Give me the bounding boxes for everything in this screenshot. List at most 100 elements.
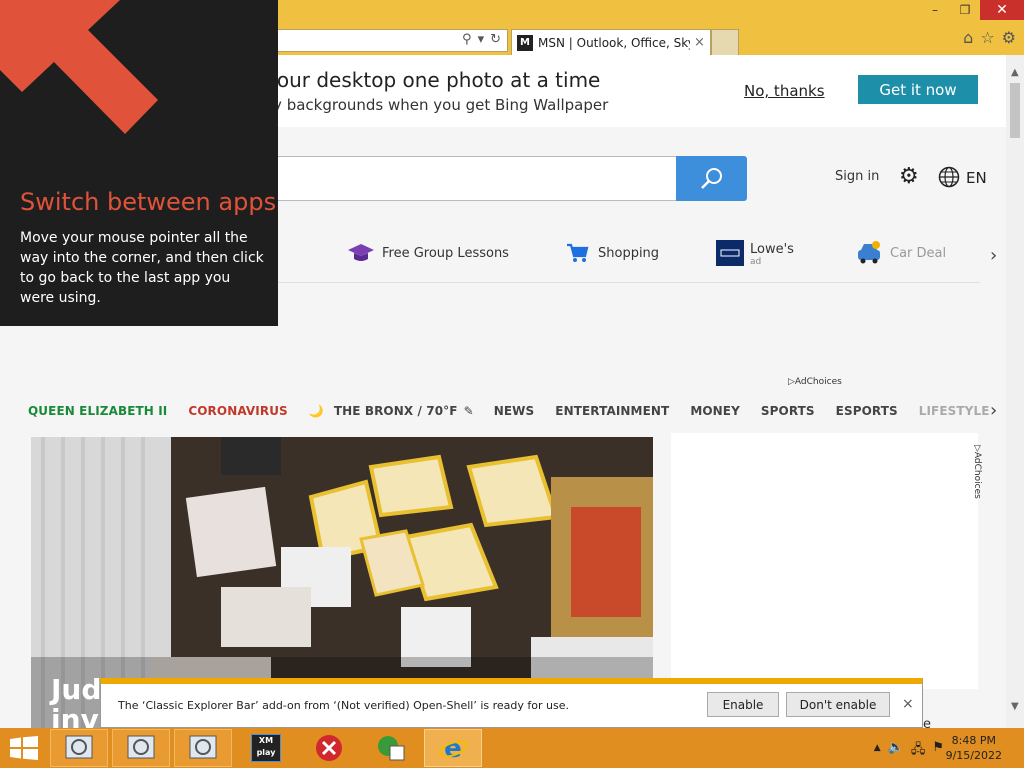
ad-panel[interactable] (671, 433, 978, 689)
hint-title: Switch between apps (20, 188, 277, 216)
error-x-icon (316, 735, 342, 761)
dont-enable-button[interactable]: Don't enable (786, 692, 890, 717)
sign-in-link[interactable]: Sign in (835, 169, 879, 184)
nav-coronavirus[interactable]: CORONAVIRUS (188, 404, 287, 418)
corner-arrow-icon (0, 0, 158, 134)
search-icon[interactable]: ⚲ (462, 32, 472, 47)
minimize-button[interactable]: – (920, 0, 950, 20)
new-tab-button[interactable] (711, 29, 739, 55)
quicklink-label: Lowe's (750, 242, 794, 257)
clock-time: 8:48 PM (951, 734, 996, 747)
favorites-star-icon[interactable]: ☆ (980, 28, 994, 47)
taskbar-app-xmplay[interactable]: XM play (237, 729, 295, 767)
nav-entertainment[interactable]: ENTERTAINMENT (555, 404, 669, 418)
banner-title: n your desktop one photo at a time (246, 68, 601, 92)
taskbar-app-control-panel-3[interactable] (174, 729, 232, 767)
msn-favicon-icon: M (517, 34, 533, 51)
enable-button[interactable]: Enable (707, 692, 779, 717)
start-button[interactable] (10, 736, 38, 764)
nav-news[interactable]: NEWS (494, 404, 535, 418)
switch-apps-hint-overlay: Switch between apps Move your mouse poin… (0, 0, 278, 326)
xmplay-icon: XM play (251, 734, 281, 762)
quicklink-label: Shopping (598, 245, 660, 261)
magnifier-icon (700, 167, 722, 189)
nav-esports[interactable]: ESPORTS (836, 404, 898, 418)
quicklink-shopping[interactable]: Shopping (562, 238, 659, 268)
taskbar-app-internet-explorer[interactable]: e (424, 729, 482, 767)
taskbar-app-control-panel-1[interactable] (50, 729, 108, 767)
get-it-now-button[interactable]: Get it now (858, 75, 978, 104)
home-icon[interactable]: ⌂ (963, 28, 973, 47)
close-button[interactable]: ✕ (980, 0, 1024, 20)
address-bar-icons: ⚲ ▾ ↻ (462, 32, 501, 47)
quicklink-free-group-lessons[interactable]: Free Group Lessons (346, 238, 509, 268)
quicklink-label: Car Deal (890, 245, 947, 261)
nav-money[interactable]: MONEY (690, 404, 740, 418)
refresh-icon[interactable]: ↻ (490, 32, 501, 47)
internet-explorer-icon: e (438, 734, 468, 762)
taskbar-app-control-panel-2[interactable] (112, 729, 170, 767)
nav-sports[interactable]: SPORTS (761, 404, 815, 418)
nav-next-chevron-icon[interactable]: › (990, 400, 997, 421)
control-panel-icon (65, 735, 93, 759)
tab-close-icon[interactable]: × (694, 35, 705, 50)
shopping-cart-icon (562, 238, 592, 268)
search-button[interactable] (676, 156, 747, 201)
adchoices-label: AdChoices (794, 377, 842, 387)
graduation-cap-icon (346, 238, 376, 268)
nav-queen-elizabeth[interactable]: QUEEN ELIZABETH II (28, 404, 167, 418)
banner-subtitle: daily backgrounds when you get Bing Wall… (246, 96, 609, 114)
browser-tab-msn[interactable]: M MSN | Outlook, Office, Sky... × (511, 29, 711, 55)
divider (250, 282, 980, 283)
quicklink-label: Free Group Lessons (382, 245, 509, 261)
adchoices-link[interactable]: ▷AdChoices (788, 377, 842, 387)
dropdown-icon[interactable]: ▾ (478, 32, 485, 47)
tools-gear-icon[interactable]: ⚙ (1002, 28, 1016, 47)
quicklinks-next-chevron-icon[interactable]: › (990, 245, 997, 266)
quicklinks-bar: Free Group Lessons Shopping Lowe's ad Ca… (250, 238, 997, 283)
notification-text: The ‘Classic Explorer Bar’ add-on from ‘… (118, 699, 569, 712)
nav-weather-location[interactable]: THE BRONX / 70°F (334, 404, 458, 418)
tab-title: MSN | Outlook, Office, Sky... (538, 35, 690, 50)
network-icon[interactable]: 🖧 (911, 740, 926, 762)
ad-label: ad (750, 257, 762, 267)
windows-logo-icon (10, 736, 38, 760)
nav-lifestyle[interactable]: LIFESTYLE (919, 404, 990, 418)
show-hidden-icons-chevron-icon[interactable]: ▲ (874, 743, 881, 762)
taskbar-clock[interactable]: 8:48 PM 9/15/2022 (946, 733, 1002, 763)
taskbar: XM play e ▲ 🔈 🖧 ⚑ 8:48 PM 9/15/2022 (0, 728, 1024, 768)
edit-pencil-icon[interactable]: ✎ (464, 404, 474, 418)
quicklink-lowes[interactable]: Lowe's ad (716, 238, 794, 267)
address-bar[interactable]: ⚲ ▾ ↻ (270, 29, 508, 52)
hint-body: Move your mouse pointer all the way into… (20, 230, 264, 306)
quicklink-car-deal[interactable]: Car Deal (854, 238, 946, 268)
language-selector[interactable]: EN (966, 169, 987, 187)
notification-close-icon[interactable]: × (902, 696, 914, 712)
settings-gear-icon[interactable]: ⚙ (899, 164, 919, 189)
search-input[interactable] (248, 156, 678, 201)
clock-date: 9/15/2022 (945, 749, 1002, 762)
volume-icon[interactable]: 🔈 (888, 740, 904, 762)
browser-toolbar-icons: ⌂ ☆ ⚙ (963, 28, 1016, 47)
system-tray: ▲ 🔈 🖧 ⚑ (874, 740, 944, 762)
addon-notification-bar: The ‘Classic Explorer Bar’ add-on from ‘… (100, 678, 923, 728)
no-thanks-link[interactable]: No, thanks (744, 82, 825, 100)
lowes-logo-icon (716, 239, 744, 266)
scroll-down-arrow-icon[interactable]: ▼ (1011, 701, 1019, 712)
restore-button[interactable]: ❐ (950, 0, 980, 20)
adchoices-vertical-link[interactable]: ▷AdChoices (972, 445, 982, 499)
adchoices-label: AdChoices (972, 451, 982, 499)
moon-icon: 🌙 (308, 404, 324, 418)
taskbar-app-network[interactable] (362, 729, 420, 767)
category-nav: QUEEN ELIZABETH II CORONAVIRUS 🌙 THE BRO… (28, 401, 990, 421)
car-icon (854, 238, 884, 268)
scrollbar-thumb[interactable] (1010, 83, 1020, 138)
control-panel-icon (127, 735, 155, 759)
globe-icon[interactable] (938, 166, 960, 188)
globe-checklist-icon (378, 736, 405, 761)
action-center-flag-icon[interactable]: ⚑ (932, 740, 944, 762)
window-caption-buttons: – ❐ ✕ (920, 0, 1024, 22)
taskbar-app-error[interactable] (300, 729, 358, 767)
page-scrollbar[interactable]: ▲ ▼ (1006, 55, 1024, 728)
scroll-up-arrow-icon[interactable]: ▲ (1011, 67, 1019, 78)
